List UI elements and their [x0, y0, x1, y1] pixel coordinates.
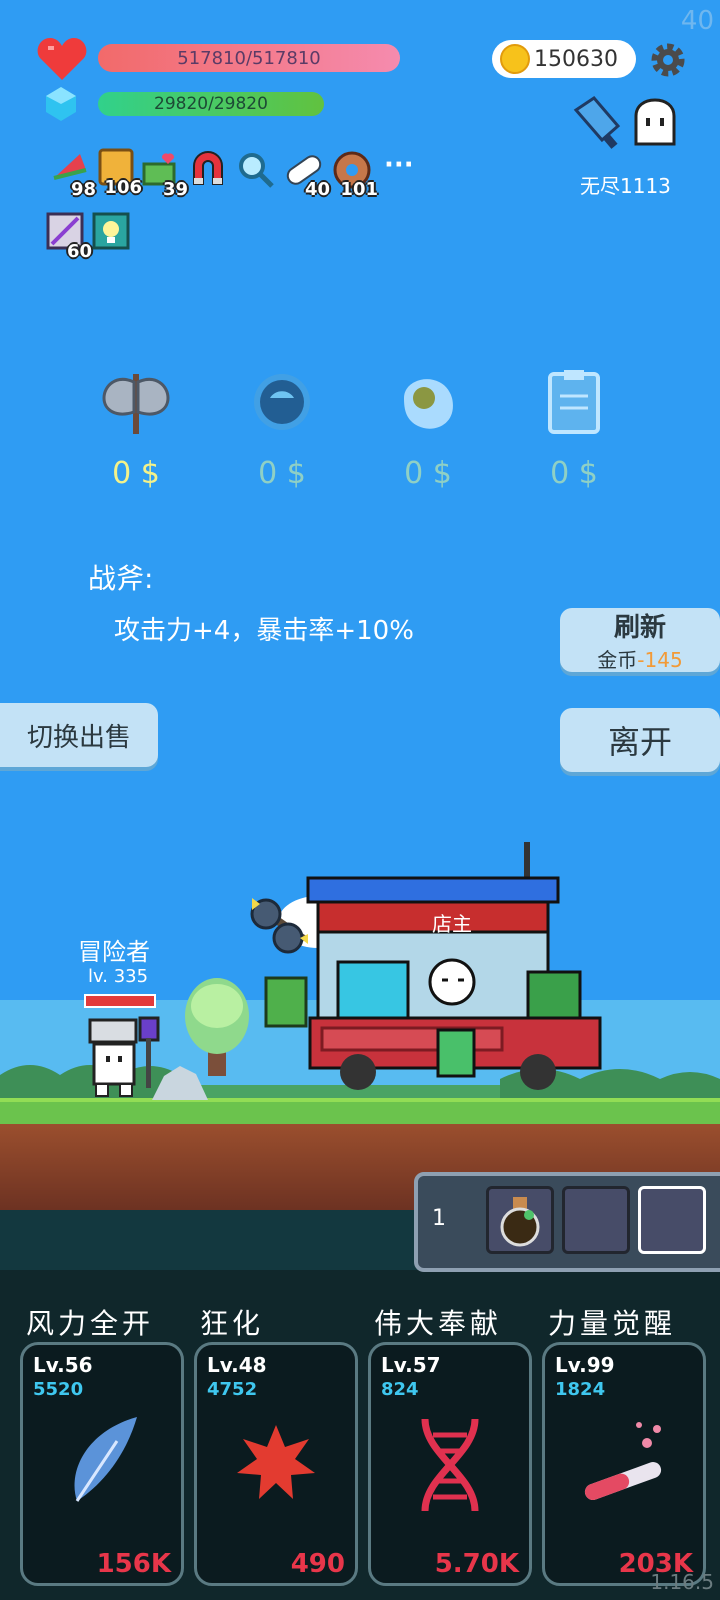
refresh-cost: -145 [637, 648, 683, 672]
version-label: 1.16.5 [650, 1570, 714, 1594]
heart-icon [37, 38, 87, 80]
shop-slot-axe[interactable]: 0 $ [96, 368, 176, 491]
shop-cart [250, 842, 602, 1090]
inventory-slot[interactable] [562, 1186, 630, 1254]
skill-cost: 5.70K [434, 1549, 519, 1579]
inventory-count: 1 [432, 1206, 446, 1231]
shop-slot-clipboard[interactable]: 0 $ [534, 368, 614, 491]
refresh-cost-label: 金币 [597, 648, 638, 672]
shopkeeper-label: 店主 [432, 912, 472, 936]
skill-level: Lv.57 [381, 1353, 441, 1377]
skill-value: 4752 [207, 1379, 258, 1400]
donut-icon[interactable]: 101 [332, 150, 378, 200]
shop-price: 0 $ [112, 456, 160, 491]
item-description: 攻击力+4，暴击率+10% [114, 616, 414, 646]
skill-card-wind[interactable]: Lv.56 5520 156K [20, 1342, 184, 1586]
skill-name: 狂化 [200, 1307, 265, 1340]
inventory-slot[interactable] [486, 1186, 554, 1254]
adventurer-sprite[interactable] [88, 1014, 162, 1098]
leave-button[interactable]: 离开 [560, 708, 720, 772]
coin-amount: 150630 [534, 46, 618, 72]
item-title: 战斧: [88, 562, 154, 595]
egg-icon [404, 379, 453, 429]
shop-slot-egg[interactable]: 0 $ [388, 368, 468, 491]
skill-name: 伟大奉献 [374, 1307, 503, 1340]
gear-icon[interactable] [648, 40, 688, 80]
dna-icon [421, 1418, 479, 1512]
crystal-icon [46, 87, 76, 121]
potion-bottle-icon [500, 1197, 540, 1247]
cleaver-icon[interactable] [572, 96, 626, 150]
fps-counter: 40 [680, 6, 714, 36]
switch-sell-button[interactable]: 切换出售 [0, 703, 158, 767]
pill-icon[interactable]: 40 [284, 150, 330, 200]
mp-bar: 29820/29820 [98, 92, 324, 116]
shop-price: 0 $ [550, 456, 598, 491]
adventurer-name: 冒险者 [78, 938, 150, 966]
shop-price: 0 $ [404, 456, 452, 491]
inventory-slot[interactable] [638, 1186, 706, 1254]
shop-price: 0 $ [258, 456, 306, 491]
battle-axe-icon [102, 374, 170, 434]
blue-orb-icon [254, 374, 310, 430]
skill-level: Lv.48 [207, 1353, 267, 1377]
watermelon-icon[interactable]: 98 [50, 150, 96, 200]
skill-value: 1824 [555, 1379, 606, 1400]
test-tube-icon [584, 1422, 662, 1500]
skill-cost: 490 [290, 1549, 345, 1579]
endless-level-label: 无尽1113 [580, 174, 671, 198]
more-items-button[interactable]: ··· [384, 150, 414, 180]
skill-name: 风力全开 [26, 1307, 155, 1340]
skill-level: Lv.99 [555, 1353, 615, 1377]
ghost-icon[interactable] [630, 98, 680, 148]
heart-cash-icon[interactable]: 39 [142, 150, 188, 200]
skill-value: 824 [381, 1379, 419, 1400]
clipboard-icon [548, 370, 600, 434]
skill-card-devotion[interactable]: Lv.57 824 5.70K [368, 1342, 532, 1586]
magnet-icon[interactable] [188, 148, 228, 188]
skill-cost: 156K [96, 1549, 171, 1579]
refresh-button[interactable]: 刷新 金币-145 [560, 608, 720, 672]
hp-bar: 517810/517810 [98, 44, 400, 72]
magnifier-icon[interactable] [236, 150, 276, 190]
adventurer-hp-bar [84, 994, 156, 1008]
skill-card-power[interactable]: Lv.99 1824 203K [542, 1342, 706, 1586]
lamp-icon[interactable] [92, 212, 132, 252]
shop-slot-orb[interactable]: 0 $ [242, 368, 322, 491]
scroll-icon[interactable]: 60 [46, 212, 92, 262]
skill-name: 力量觉醒 [548, 1307, 677, 1340]
book-icon[interactable]: 106 [96, 148, 142, 198]
coin-icon [500, 44, 530, 74]
refresh-label: 刷新 [613, 613, 666, 643]
skill-value: 5520 [33, 1379, 84, 1400]
adventurer-level: lv. 335 [88, 966, 149, 987]
skill-card-berserk[interactable]: Lv.48 4752 490 [194, 1342, 358, 1586]
red-splat-icon [237, 1425, 315, 1499]
skill-level: Lv.56 [33, 1353, 93, 1377]
coin-counter: 150630 [492, 40, 636, 78]
feather-icon [74, 1417, 137, 1502]
